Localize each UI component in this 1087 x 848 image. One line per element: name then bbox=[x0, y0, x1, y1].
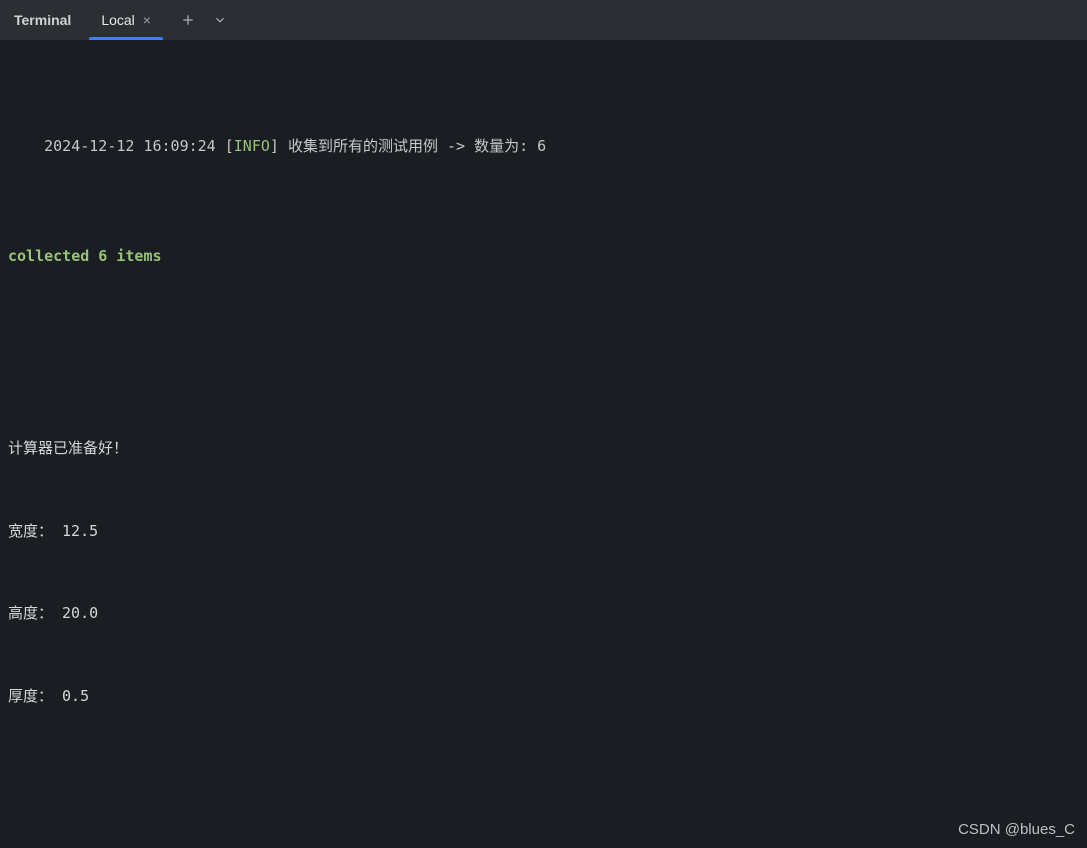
tab-local[interactable]: Local × bbox=[85, 0, 167, 40]
close-icon[interactable]: × bbox=[143, 13, 151, 27]
setup-ready: 计算器已准备好！ bbox=[8, 435, 1079, 463]
setup-height: 高度： 20.0 bbox=[8, 600, 1079, 628]
setup-width: 宽度： 12.5 bbox=[8, 518, 1079, 546]
log-level: INFO bbox=[234, 137, 270, 155]
tab-label: Local bbox=[101, 12, 134, 28]
watermark: CSDN @blues_C bbox=[958, 821, 1075, 838]
add-tab-icon[interactable] bbox=[181, 13, 195, 27]
chevron-down-icon[interactable] bbox=[213, 13, 227, 27]
panel-title: Terminal bbox=[0, 0, 85, 40]
setup-thick: 厚度： 0.5 bbox=[8, 683, 1079, 711]
blank-line bbox=[8, 765, 1079, 793]
blank-line bbox=[8, 325, 1079, 353]
terminal-output[interactable]: 2024-12-12 16:09:24 [INFO] 收集到所有的测试用例 ->… bbox=[0, 40, 1087, 848]
tabbar-actions bbox=[167, 0, 241, 40]
collected-line: collected 6 items bbox=[8, 243, 1079, 271]
log-header-line: 2024-12-12 16:09:24 [INFO] 收集到所有的测试用例 ->… bbox=[8, 105, 1079, 188]
terminal-tabbar: Terminal Local × bbox=[0, 0, 1087, 40]
